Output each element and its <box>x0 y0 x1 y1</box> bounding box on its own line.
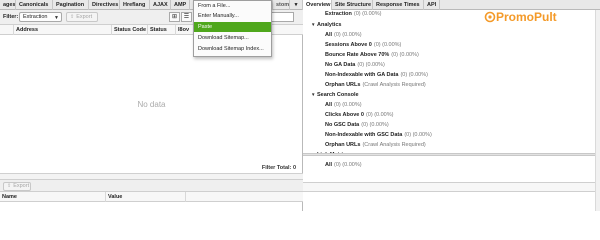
right-pane: Extraction (0) (0.00%) ▼ Analytics All (0) (0… <box>303 10 600 211</box>
filter-dropdown-value: Extraction <box>23 14 48 20</box>
lower-export-label: Export <box>13 183 30 189</box>
tree-row-count: (0) (0.00%) <box>365 112 394 118</box>
export-icon: ⇪ <box>7 183 12 189</box>
tree-row-count: (0) (0.00%) <box>357 62 385 68</box>
tab-hreflang[interactable]: Hreflang <box>120 0 150 10</box>
tree-row-label: Orphan URLs <box>325 142 361 148</box>
tree-row-count: (0) (0.00%) <box>373 42 402 48</box>
tree-row-label: Extraction <box>325 11 352 17</box>
tree-row-label: No GSC Data <box>325 122 360 128</box>
menu-item-download-sitemap[interactable]: Download Sitemap... <box>194 33 271 43</box>
menu-item-paste[interactable]: Paste <box>194 22 271 32</box>
tree-row-count: (Crawl Analysis Required) <box>362 82 426 88</box>
tree-item[interactable]: Orphan URLs (Crawl Analysis Required) <box>303 80 595 90</box>
tree-row-label: Non-Indexable with GA Data <box>325 72 399 78</box>
tree-row-label: No GA Data <box>325 62 356 68</box>
tree-row-count: (0) (0.00%) <box>353 11 382 17</box>
column-header-status-code[interactable]: Status Code <box>112 25 148 35</box>
chevron-down-icon: ▼ <box>54 15 59 21</box>
tree-item[interactable]: No GA Data (0) (0.00%) <box>303 60 595 70</box>
tree-item[interactable]: Non-Indexable with GA Data (0) (0.00%) <box>303 70 595 80</box>
tree-row-count: (0) (0.00%) <box>334 102 362 108</box>
tab-pagination[interactable]: Pagination <box>53 0 89 10</box>
tab-canonicals[interactable]: Canonicals <box>16 0 53 10</box>
export-icon: ⇪ <box>70 14 75 20</box>
tab-custom[interactable]: stom <box>272 0 290 10</box>
filter-total: Filter Total: 0 <box>261 165 296 171</box>
filter-dropdown[interactable]: Extraction ▼ <box>19 12 62 22</box>
tabs-overflow-icon[interactable]: ▾ <box>290 0 303 10</box>
promopult-logo: PromoPult <box>484 10 557 24</box>
tree-item[interactable]: Orphan URLs (Crawl Analysis Required) <box>303 140 595 150</box>
tree-row-count: (0) (0.00%) <box>391 52 419 58</box>
column-header-indexability[interactable]: Ι8ον <box>176 25 194 35</box>
tree-row-label: Clicks Above 0 <box>325 112 364 118</box>
tree-row-label: Analytics <box>317 22 342 28</box>
lower-toolbar: ⇪ Export <box>0 179 303 192</box>
pane-splitter[interactable] <box>303 153 595 156</box>
tab-ajax[interactable]: AJAX <box>150 0 171 10</box>
tree-item[interactable]: Clicks Above 0 (0) (0.00%) <box>303 110 595 120</box>
list-view-button[interactable]: ☰ <box>181 12 192 22</box>
vertical-scrollbar[interactable] <box>595 10 600 211</box>
promopult-logo-icon <box>484 11 496 23</box>
tree-item[interactable]: Bounce Rate Above 70% (0) (0.00%) <box>303 50 595 60</box>
tree-view-icon: ⊞ <box>171 14 178 20</box>
empty-state-text: No data <box>137 100 166 109</box>
tree-row-label: Non-Indexable with GSC Data <box>325 132 403 138</box>
tree-item[interactable]: All (0) (0.00%) <box>303 30 595 40</box>
lower-table-header: Name Value <box>0 192 303 202</box>
tree-row-count: (0) (0.00%) <box>400 72 428 78</box>
upload-dropdown-menu: From a File... Enter Manually... Paste D… <box>193 0 272 57</box>
tree-item[interactable]: Sessions Above 0 (0) (0.00%) <box>303 40 595 50</box>
column-header-name[interactable]: Name <box>0 192 106 202</box>
column-header-value[interactable]: Value <box>106 192 186 202</box>
tree-row-label: Bounce Rate Above 70% <box>325 52 390 58</box>
tree-row-count: (0) (0.00%) <box>361 122 389 128</box>
tree-item[interactable]: Non-Indexable with GSC Data (0) (0.00%) <box>303 130 595 140</box>
tree-row-label: All <box>325 32 333 38</box>
tree-row-count: (0) (0.00%) <box>334 162 362 168</box>
tree-row-label: Sessions Above 0 <box>325 42 372 48</box>
tree-row-count: (0) (0.00%) <box>334 32 362 38</box>
menu-item-enter-manually[interactable]: Enter Manually... <box>194 11 271 21</box>
tab-pages[interactable]: ages <box>0 0 16 10</box>
tree-view-button[interactable]: ⊞ <box>169 12 180 22</box>
tree-row-label: All <box>325 102 333 108</box>
tab-amp[interactable]: AMP <box>171 0 190 10</box>
tree-row-label: Search Console <box>317 92 359 98</box>
tree-row-label: Orphan URLs <box>325 82 361 88</box>
column-header-status[interactable]: Status <box>148 25 176 35</box>
tree-item[interactable]: No GSC Data (0) (0.00%) <box>303 120 595 130</box>
column-header-index[interactable] <box>0 25 14 35</box>
tree-category[interactable]: ▼ Search Console <box>303 90 595 100</box>
menu-item-download-sitemap-index[interactable]: Download Sitemap Index... <box>194 44 271 54</box>
tree-row-label: All <box>325 162 333 168</box>
tree-item[interactable]: All (0) (0.00%) <box>303 100 595 110</box>
tree-row-count: (0) (0.00%) <box>404 132 432 138</box>
menu-item-from-file[interactable]: From a File... <box>194 1 271 11</box>
column-header-address[interactable]: Address <box>14 25 112 35</box>
lower-export-button[interactable]: ⇪ Export <box>3 182 31 191</box>
logo-text: PromoPult <box>496 10 557 24</box>
filter-label: Filter: <box>3 14 19 20</box>
list-view-icon: ☰ <box>183 14 190 20</box>
tree-item[interactable]: All (0) (0.00%) <box>303 160 595 170</box>
tree-row-count: (Crawl Analysis Required) <box>362 142 426 148</box>
export-button[interactable]: ⇪ Export <box>66 12 98 22</box>
tab-directives[interactable]: Directives <box>89 0 120 10</box>
right-lower-header <box>303 182 595 192</box>
export-button-label: Export <box>76 14 93 20</box>
